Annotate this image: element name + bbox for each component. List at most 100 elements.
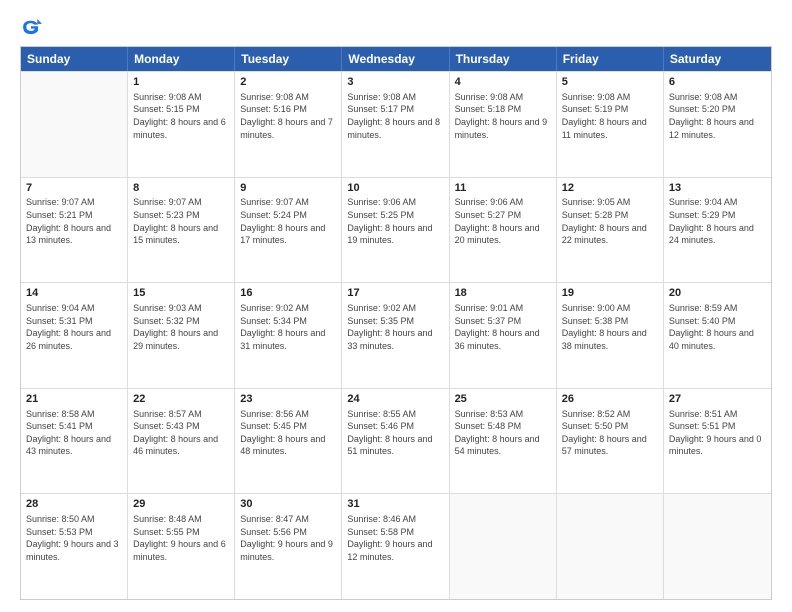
calendar-week: 1Sunrise: 9:08 AMSunset: 5:15 PMDaylight… xyxy=(21,71,771,177)
calendar-header-cell: Sunday xyxy=(21,47,128,71)
calendar-cell: 19Sunrise: 9:00 AMSunset: 5:38 PMDayligh… xyxy=(557,283,664,388)
calendar-header-cell: Thursday xyxy=(450,47,557,71)
day-number: 17 xyxy=(347,286,443,301)
day-info: Sunrise: 9:08 AMSunset: 5:15 PMDaylight:… xyxy=(133,91,229,141)
calendar-cell: 29Sunrise: 8:48 AMSunset: 5:55 PMDayligh… xyxy=(128,494,235,599)
day-info: Sunrise: 9:00 AMSunset: 5:38 PMDaylight:… xyxy=(562,302,658,352)
day-number: 27 xyxy=(669,392,766,407)
calendar-cell: 21Sunrise: 8:58 AMSunset: 5:41 PMDayligh… xyxy=(21,389,128,494)
calendar-cell: 17Sunrise: 9:02 AMSunset: 5:35 PMDayligh… xyxy=(342,283,449,388)
calendar-cell: 1Sunrise: 9:08 AMSunset: 5:15 PMDaylight… xyxy=(128,72,235,177)
day-number: 1 xyxy=(133,75,229,90)
day-number: 14 xyxy=(26,286,122,301)
calendar-cell: 23Sunrise: 8:56 AMSunset: 5:45 PMDayligh… xyxy=(235,389,342,494)
day-info: Sunrise: 9:08 AMSunset: 5:17 PMDaylight:… xyxy=(347,91,443,141)
calendar-cell: 25Sunrise: 8:53 AMSunset: 5:48 PMDayligh… xyxy=(450,389,557,494)
calendar-cell: 27Sunrise: 8:51 AMSunset: 5:51 PMDayligh… xyxy=(664,389,771,494)
day-info: Sunrise: 9:04 AMSunset: 5:29 PMDaylight:… xyxy=(669,196,766,246)
day-info: Sunrise: 9:01 AMSunset: 5:37 PMDaylight:… xyxy=(455,302,551,352)
day-info: Sunrise: 9:06 AMSunset: 5:27 PMDaylight:… xyxy=(455,196,551,246)
day-info: Sunrise: 9:02 AMSunset: 5:34 PMDaylight:… xyxy=(240,302,336,352)
calendar-cell: 12Sunrise: 9:05 AMSunset: 5:28 PMDayligh… xyxy=(557,178,664,283)
calendar-cell: 8Sunrise: 9:07 AMSunset: 5:23 PMDaylight… xyxy=(128,178,235,283)
page: SundayMondayTuesdayWednesdayThursdayFrid… xyxy=(0,0,792,612)
day-number: 28 xyxy=(26,497,122,512)
day-info: Sunrise: 9:08 AMSunset: 5:18 PMDaylight:… xyxy=(455,91,551,141)
day-info: Sunrise: 8:52 AMSunset: 5:50 PMDaylight:… xyxy=(562,408,658,458)
day-number: 4 xyxy=(455,75,551,90)
calendar-cell: 31Sunrise: 8:46 AMSunset: 5:58 PMDayligh… xyxy=(342,494,449,599)
calendar-cell: 13Sunrise: 9:04 AMSunset: 5:29 PMDayligh… xyxy=(664,178,771,283)
calendar: SundayMondayTuesdayWednesdayThursdayFrid… xyxy=(20,46,772,600)
day-info: Sunrise: 8:46 AMSunset: 5:58 PMDaylight:… xyxy=(347,513,443,563)
day-number: 7 xyxy=(26,181,122,196)
calendar-cell: 20Sunrise: 8:59 AMSunset: 5:40 PMDayligh… xyxy=(664,283,771,388)
day-number: 10 xyxy=(347,181,443,196)
day-info: Sunrise: 8:56 AMSunset: 5:45 PMDaylight:… xyxy=(240,408,336,458)
calendar-cell xyxy=(21,72,128,177)
calendar-cell xyxy=(450,494,557,599)
calendar-cell: 10Sunrise: 9:06 AMSunset: 5:25 PMDayligh… xyxy=(342,178,449,283)
day-number: 9 xyxy=(240,181,336,196)
day-info: Sunrise: 9:07 AMSunset: 5:24 PMDaylight:… xyxy=(240,196,336,246)
day-number: 20 xyxy=(669,286,766,301)
day-info: Sunrise: 9:03 AMSunset: 5:32 PMDaylight:… xyxy=(133,302,229,352)
day-info: Sunrise: 8:48 AMSunset: 5:55 PMDaylight:… xyxy=(133,513,229,563)
calendar-cell: 24Sunrise: 8:55 AMSunset: 5:46 PMDayligh… xyxy=(342,389,449,494)
day-number: 19 xyxy=(562,286,658,301)
day-info: Sunrise: 9:08 AMSunset: 5:16 PMDaylight:… xyxy=(240,91,336,141)
day-info: Sunrise: 8:51 AMSunset: 5:51 PMDaylight:… xyxy=(669,408,766,458)
day-number: 30 xyxy=(240,497,336,512)
calendar-header-cell: Wednesday xyxy=(342,47,449,71)
day-info: Sunrise: 9:02 AMSunset: 5:35 PMDaylight:… xyxy=(347,302,443,352)
calendar-week: 7Sunrise: 9:07 AMSunset: 5:21 PMDaylight… xyxy=(21,177,771,283)
calendar-cell: 9Sunrise: 9:07 AMSunset: 5:24 PMDaylight… xyxy=(235,178,342,283)
calendar-week: 28Sunrise: 8:50 AMSunset: 5:53 PMDayligh… xyxy=(21,493,771,599)
calendar-header-cell: Monday xyxy=(128,47,235,71)
logo-icon xyxy=(20,16,42,38)
day-info: Sunrise: 9:07 AMSunset: 5:21 PMDaylight:… xyxy=(26,196,122,246)
day-info: Sunrise: 9:07 AMSunset: 5:23 PMDaylight:… xyxy=(133,196,229,246)
day-info: Sunrise: 9:05 AMSunset: 5:28 PMDaylight:… xyxy=(562,196,658,246)
day-number: 15 xyxy=(133,286,229,301)
day-info: Sunrise: 8:57 AMSunset: 5:43 PMDaylight:… xyxy=(133,408,229,458)
day-info: Sunrise: 9:06 AMSunset: 5:25 PMDaylight:… xyxy=(347,196,443,246)
day-info: Sunrise: 8:47 AMSunset: 5:56 PMDaylight:… xyxy=(240,513,336,563)
day-number: 26 xyxy=(562,392,658,407)
day-info: Sunrise: 8:50 AMSunset: 5:53 PMDaylight:… xyxy=(26,513,122,563)
day-number: 29 xyxy=(133,497,229,512)
day-number: 8 xyxy=(133,181,229,196)
day-info: Sunrise: 8:53 AMSunset: 5:48 PMDaylight:… xyxy=(455,408,551,458)
calendar-cell xyxy=(557,494,664,599)
calendar-cell: 3Sunrise: 9:08 AMSunset: 5:17 PMDaylight… xyxy=(342,72,449,177)
calendar-cell: 14Sunrise: 9:04 AMSunset: 5:31 PMDayligh… xyxy=(21,283,128,388)
day-number: 25 xyxy=(455,392,551,407)
day-number: 11 xyxy=(455,181,551,196)
calendar-cell: 7Sunrise: 9:07 AMSunset: 5:21 PMDaylight… xyxy=(21,178,128,283)
calendar-cell: 18Sunrise: 9:01 AMSunset: 5:37 PMDayligh… xyxy=(450,283,557,388)
day-number: 18 xyxy=(455,286,551,301)
day-number: 21 xyxy=(26,392,122,407)
calendar-header-cell: Tuesday xyxy=(235,47,342,71)
day-number: 13 xyxy=(669,181,766,196)
calendar-cell: 15Sunrise: 9:03 AMSunset: 5:32 PMDayligh… xyxy=(128,283,235,388)
day-number: 3 xyxy=(347,75,443,90)
calendar-week: 14Sunrise: 9:04 AMSunset: 5:31 PMDayligh… xyxy=(21,282,771,388)
calendar-header: SundayMondayTuesdayWednesdayThursdayFrid… xyxy=(21,47,771,71)
calendar-cell: 22Sunrise: 8:57 AMSunset: 5:43 PMDayligh… xyxy=(128,389,235,494)
day-info: Sunrise: 9:04 AMSunset: 5:31 PMDaylight:… xyxy=(26,302,122,352)
calendar-cell: 4Sunrise: 9:08 AMSunset: 5:18 PMDaylight… xyxy=(450,72,557,177)
calendar-cell: 2Sunrise: 9:08 AMSunset: 5:16 PMDaylight… xyxy=(235,72,342,177)
day-number: 12 xyxy=(562,181,658,196)
calendar-cell xyxy=(664,494,771,599)
day-info: Sunrise: 9:08 AMSunset: 5:20 PMDaylight:… xyxy=(669,91,766,141)
header xyxy=(20,16,772,38)
calendar-cell: 6Sunrise: 9:08 AMSunset: 5:20 PMDaylight… xyxy=(664,72,771,177)
logo xyxy=(20,16,46,38)
calendar-cell: 5Sunrise: 9:08 AMSunset: 5:19 PMDaylight… xyxy=(557,72,664,177)
calendar-cell: 16Sunrise: 9:02 AMSunset: 5:34 PMDayligh… xyxy=(235,283,342,388)
day-number: 2 xyxy=(240,75,336,90)
day-number: 24 xyxy=(347,392,443,407)
day-info: Sunrise: 9:08 AMSunset: 5:19 PMDaylight:… xyxy=(562,91,658,141)
calendar-header-cell: Saturday xyxy=(664,47,771,71)
